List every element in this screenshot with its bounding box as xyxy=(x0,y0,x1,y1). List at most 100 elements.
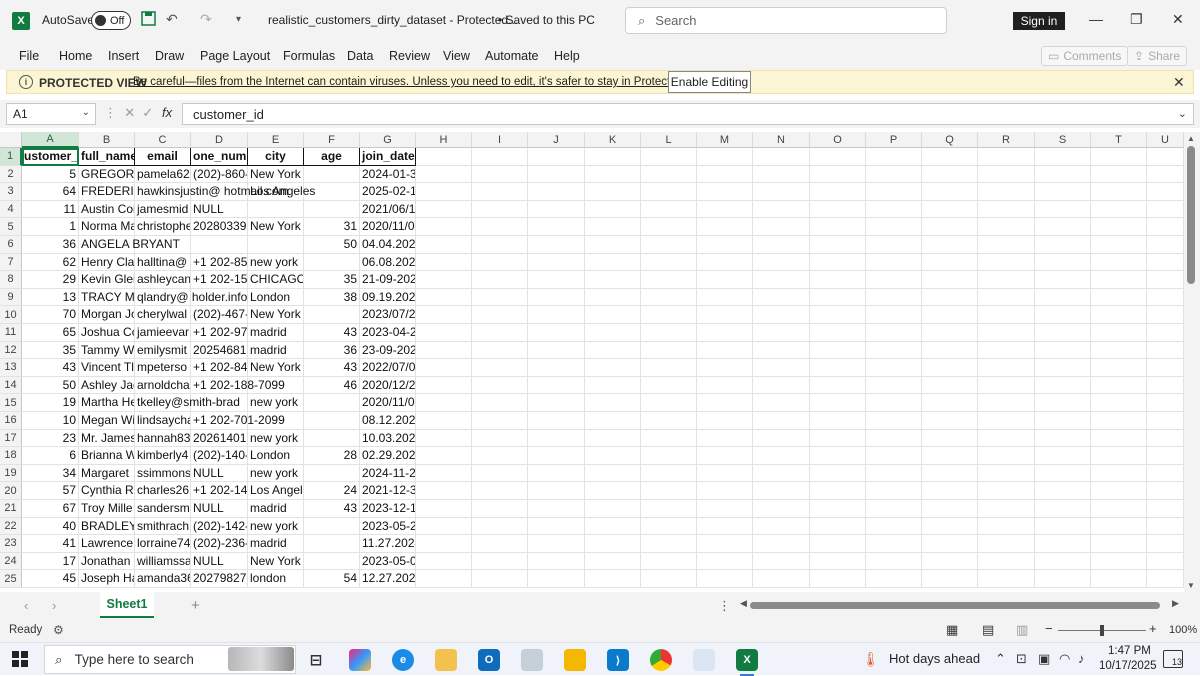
grid-cell[interactable] xyxy=(810,288,866,307)
grid-cell[interactable] xyxy=(810,341,866,360)
data-cell[interactable]: Mr. James xyxy=(79,429,135,448)
grid-cell[interactable] xyxy=(1091,288,1147,307)
grid-cell[interactable] xyxy=(810,148,866,166)
wifi-icon[interactable]: ◠ xyxy=(1059,651,1070,667)
grid-cell[interactable] xyxy=(866,359,922,377)
row-header[interactable]: 23 xyxy=(0,535,22,553)
grid-cell[interactable] xyxy=(810,552,866,571)
formula-input[interactable]: customer_id ⌄ xyxy=(182,103,1194,125)
grid-cell[interactable] xyxy=(978,552,1035,571)
grid-cell[interactable] xyxy=(753,359,810,377)
data-cell[interactable]: Tammy W xyxy=(79,341,135,360)
grid-cell[interactable] xyxy=(1035,447,1091,465)
weather-text[interactable]: Hot days ahead xyxy=(889,651,980,666)
grid-cell[interactable] xyxy=(978,464,1035,483)
data-cell[interactable] xyxy=(304,464,360,483)
zoom-in-icon[interactable]: + xyxy=(1149,621,1157,636)
grid-cell[interactable] xyxy=(472,447,528,465)
grid-cell[interactable] xyxy=(1035,165,1091,184)
data-cell[interactable]: NULL xyxy=(191,500,248,518)
grid-cell[interactable] xyxy=(1091,464,1147,483)
grid-cell[interactable] xyxy=(1091,324,1147,342)
column-header[interactable]: Q xyxy=(922,132,978,148)
grid-cell[interactable] xyxy=(978,253,1035,272)
data-cell[interactable]: 62 xyxy=(22,253,79,272)
row-header[interactable]: 25 xyxy=(0,570,22,588)
data-cell[interactable]: 02.29.2024 xyxy=(360,447,416,465)
grid-cell[interactable] xyxy=(1147,500,1184,518)
grid-cell[interactable] xyxy=(922,341,978,360)
grid-cell[interactable] xyxy=(1147,394,1184,412)
grid-cell[interactable] xyxy=(922,412,978,430)
data-cell[interactable]: 2024-01-31 xyxy=(360,165,416,184)
grid-cell[interactable] xyxy=(978,570,1035,588)
grid-cell[interactable] xyxy=(1091,394,1147,412)
data-cell[interactable]: (202)-236- xyxy=(191,535,248,553)
zoom-out-icon[interactable]: − xyxy=(1045,621,1053,636)
column-header[interactable]: O xyxy=(810,132,866,148)
grid-cell[interactable] xyxy=(472,394,528,412)
grid-cell[interactable] xyxy=(1147,359,1184,377)
outlook-icon[interactable]: O xyxy=(478,649,500,671)
grid-cell[interactable] xyxy=(810,394,866,412)
data-cell[interactable]: 43 xyxy=(22,359,79,377)
grid-cell[interactable] xyxy=(922,500,978,518)
grid-cell[interactable] xyxy=(922,376,978,395)
grid-cell[interactable] xyxy=(1091,165,1147,184)
grid-cell[interactable] xyxy=(922,148,978,166)
copilot-icon[interactable] xyxy=(349,649,371,671)
data-cell[interactable]: 12.27.2023 xyxy=(360,570,416,588)
grid-cell[interactable] xyxy=(697,341,753,360)
data-cell[interactable]: 50 xyxy=(304,236,360,254)
grid-cell[interactable] xyxy=(416,341,472,360)
data-cell[interactable]: 1 xyxy=(22,218,79,236)
grid-cell[interactable] xyxy=(641,535,697,553)
grid-cell[interactable] xyxy=(641,552,697,571)
data-cell[interactable]: (202)-140- xyxy=(191,447,248,465)
grid-cell[interactable] xyxy=(753,236,810,254)
data-cell[interactable]: TRACY MC xyxy=(79,288,135,307)
grid-cell[interactable] xyxy=(753,324,810,342)
sheet-tab-sheet1[interactable]: Sheet1 xyxy=(100,592,154,618)
data-cell[interactable] xyxy=(304,253,360,272)
row-header[interactable]: 9 xyxy=(0,288,22,307)
grid-cell[interactable] xyxy=(866,253,922,272)
grid-cell[interactable] xyxy=(697,482,753,500)
data-cell[interactable]: 2023-12-18 xyxy=(360,500,416,518)
data-cell[interactable]: new york xyxy=(248,394,304,412)
grid-cell[interactable] xyxy=(697,394,753,412)
vertical-scrollbar[interactable]: ▲ ▼ xyxy=(1184,132,1200,592)
task-view-icon[interactable]: ⊟ xyxy=(305,649,327,671)
grid-cell[interactable] xyxy=(1147,148,1184,166)
data-cell[interactable]: charles26 xyxy=(135,482,191,500)
search-box[interactable]: ⌕ Search xyxy=(625,7,947,34)
grid-cell[interactable] xyxy=(585,271,641,289)
data-cell[interactable]: 50 xyxy=(22,376,79,395)
grid-cell[interactable] xyxy=(866,482,922,500)
row-header[interactable]: 1 xyxy=(0,148,22,166)
grid-cell[interactable] xyxy=(753,165,810,184)
header-cell[interactable]: ustomer_i xyxy=(22,148,79,166)
data-cell[interactable]: Brianna W xyxy=(79,447,135,465)
column-header[interactable]: P xyxy=(866,132,922,148)
grid-cell[interactable] xyxy=(866,148,922,166)
grid-cell[interactable] xyxy=(978,341,1035,360)
grid-cell[interactable] xyxy=(1035,218,1091,236)
grid-cell[interactable] xyxy=(1147,236,1184,254)
grid-cell[interactable] xyxy=(753,447,810,465)
grid-cell[interactable] xyxy=(1035,552,1091,571)
data-cell[interactable]: new york xyxy=(248,517,304,536)
minimize-icon[interactable]: — xyxy=(1089,11,1103,27)
grid-cell[interactable] xyxy=(1035,148,1091,166)
row-header[interactable]: 4 xyxy=(0,200,22,219)
grid-cell[interactable] xyxy=(585,165,641,184)
data-cell[interactable]: sandersm xyxy=(135,500,191,518)
customize-quick-access-icon[interactable]: ▾ xyxy=(236,14,241,25)
grid-cell[interactable] xyxy=(810,570,866,588)
grid-cell[interactable] xyxy=(1035,341,1091,360)
previous-sheet-icon[interactable]: ‹ xyxy=(24,598,28,613)
grid-cell[interactable] xyxy=(922,288,978,307)
data-cell[interactable]: mpeterso xyxy=(135,359,191,377)
grid-cell[interactable] xyxy=(1147,376,1184,395)
column-header[interactable]: E xyxy=(248,132,304,148)
